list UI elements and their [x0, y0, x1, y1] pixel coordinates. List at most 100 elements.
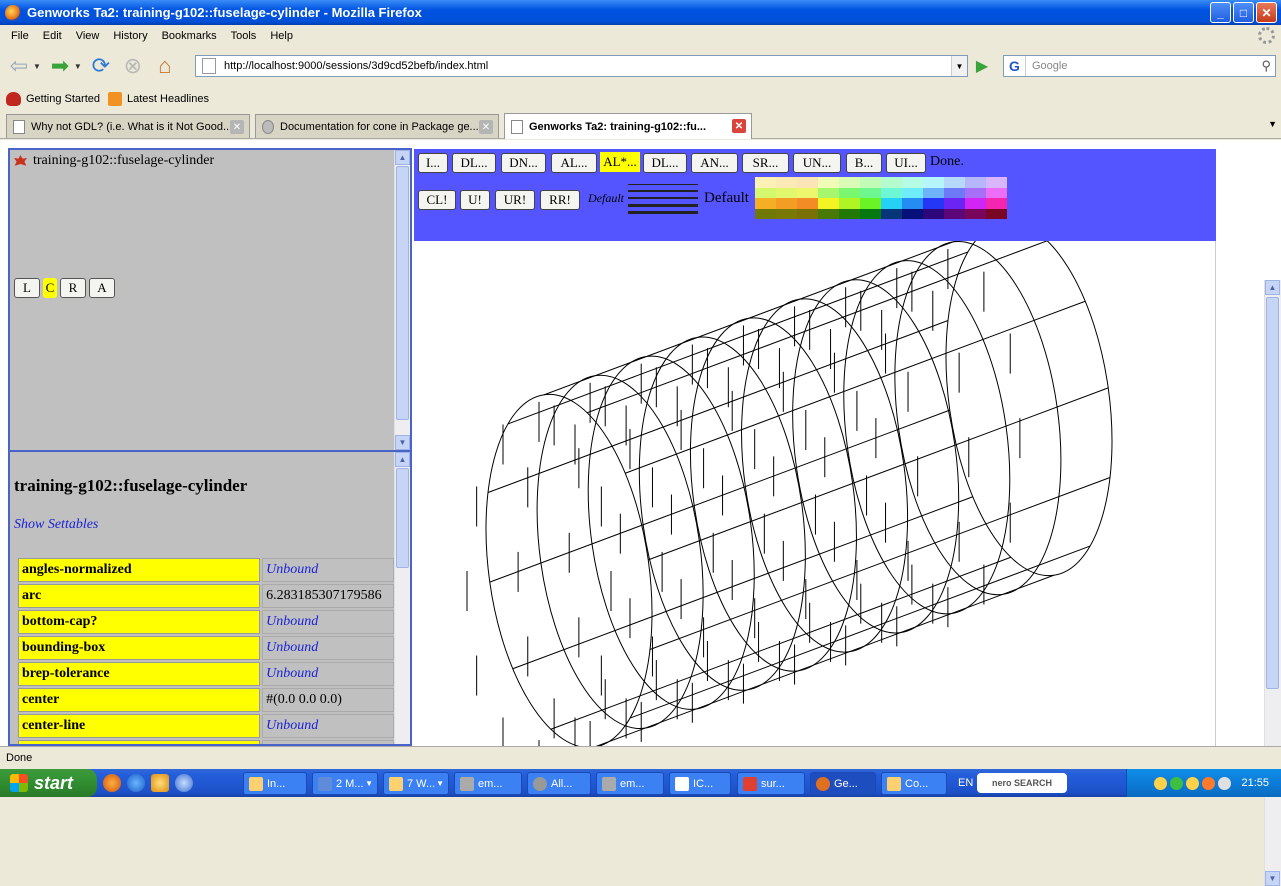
color-swatch[interactable] — [965, 187, 986, 198]
view-all-button[interactable]: A — [89, 278, 115, 298]
slot-name[interactable]: center-line — [18, 714, 261, 738]
color-swatch[interactable] — [797, 177, 818, 188]
nero-search-box[interactable]: nero SEARCH — [977, 773, 1067, 793]
viewer-button-dl[interactable]: DL... — [452, 153, 496, 173]
color-swatch[interactable] — [755, 177, 776, 188]
line-width-option[interactable] — [628, 190, 698, 192]
taskbar-item-10[interactable]: Co... — [881, 772, 947, 795]
tree-node-label[interactable]: training-g102::fuselage-cylinder — [33, 153, 214, 169]
menu-view[interactable]: View — [69, 30, 107, 42]
color-swatch[interactable] — [944, 208, 965, 219]
taskbar-item-6[interactable]: em... — [596, 772, 664, 795]
color-swatch[interactable] — [860, 187, 881, 198]
start-button[interactable]: start — [0, 769, 97, 797]
taskbar-item-1[interactable]: In... — [243, 772, 307, 795]
viewer-button-cl[interactable]: CL! — [418, 190, 456, 210]
color-swatch[interactable] — [923, 187, 944, 198]
color-swatch[interactable] — [755, 208, 776, 219]
color-swatch[interactable] — [902, 177, 923, 188]
color-swatch[interactable] — [818, 177, 839, 188]
tab-close-icon[interactable]: ✕ — [230, 120, 244, 134]
back-dropdown-icon[interactable]: ▼ — [33, 62, 41, 71]
line-width-option[interactable] — [628, 184, 698, 185]
color-swatch[interactable] — [881, 177, 902, 188]
menu-history[interactable]: History — [106, 30, 154, 42]
tray-icon[interactable] — [1170, 776, 1184, 790]
close-button[interactable]: ✕ — [1256, 2, 1277, 23]
view-center-button[interactable]: C — [43, 278, 57, 298]
viewer-button-al-star[interactable]: AL*... — [600, 152, 640, 172]
color-swatch[interactable] — [860, 208, 881, 219]
show-settables-link[interactable]: Show Settables — [14, 517, 98, 533]
firefox-quicklaunch-icon[interactable] — [103, 774, 121, 792]
viewer-button-dl2[interactable]: DL... — [643, 153, 687, 173]
search-engine-icon[interactable]: G — [1004, 56, 1026, 76]
color-swatch[interactable] — [923, 177, 944, 188]
back-icon[interactable]: ⇦ — [6, 53, 32, 79]
menu-help[interactable]: Help — [263, 30, 300, 42]
geometry-viewport[interactable] — [414, 241, 1216, 746]
tray-icon[interactable] — [1186, 776, 1200, 790]
tray-icon[interactable] — [1202, 776, 1216, 790]
ie-quicklaunch-icon[interactable] — [127, 774, 145, 792]
tray-icon[interactable] — [1154, 776, 1168, 790]
color-swatch[interactable] — [839, 187, 860, 198]
menu-bookmarks[interactable]: Bookmarks — [155, 30, 224, 42]
view-right-button[interactable]: R — [60, 278, 86, 298]
color-swatch[interactable] — [776, 208, 797, 219]
viewer-button-un[interactable]: UN... — [793, 153, 841, 173]
color-swatch[interactable] — [818, 187, 839, 198]
bookmark-latest-headlines[interactable]: Latest Headlines — [108, 91, 209, 106]
scroll-thumb[interactable] — [396, 468, 409, 568]
tree-scrollbar[interactable]: ▲ ▼ — [394, 150, 410, 450]
color-swatch[interactable] — [776, 187, 797, 198]
scroll-thumb[interactable] — [396, 166, 409, 420]
viewer-button-ur[interactable]: UR! — [495, 190, 535, 210]
slot-name[interactable]: center — [18, 688, 261, 712]
tab-close-icon[interactable]: ✕ — [479, 120, 493, 134]
color-swatch[interactable] — [797, 208, 818, 219]
viewer-button-sr[interactable]: SR... — [742, 153, 789, 173]
color-swatch[interactable] — [860, 177, 881, 188]
color-swatch[interactable] — [755, 198, 776, 209]
color-swatch[interactable] — [902, 198, 923, 209]
viewer-button-an[interactable]: AN... — [691, 153, 738, 173]
slot-value[interactable]: Unbound — [262, 662, 394, 686]
tab-documentation-cone[interactable]: Documentation for cone in Package ge... … — [255, 114, 499, 138]
scroll-down-icon[interactable]: ▼ — [395, 435, 410, 450]
color-swatch[interactable] — [839, 208, 860, 219]
tab-list-dropdown-icon[interactable]: ▼ — [1268, 119, 1277, 129]
url-bar[interactable]: http://localhost:9000/sessions/3d9cd52be… — [195, 55, 968, 77]
menu-edit[interactable]: Edit — [36, 30, 69, 42]
scroll-down-icon[interactable]: ▼ — [1265, 871, 1280, 886]
color-swatch[interactable] — [818, 208, 839, 219]
home-icon[interactable]: ⌂ — [152, 53, 178, 79]
bookmark-getting-started[interactable]: Getting Started — [6, 91, 100, 106]
view-left-button[interactable]: L — [14, 278, 40, 298]
search-icon[interactable]: ⚲ — [1261, 58, 1271, 74]
go-icon[interactable]: ▶ — [972, 56, 992, 76]
slot-value[interactable]: Unbound — [262, 636, 394, 660]
taskbar-item-5[interactable]: All... — [527, 772, 591, 795]
window-titlebar[interactable]: Genworks Ta2: training-g102::fuselage-cy… — [0, 0, 1281, 25]
color-swatch[interactable] — [986, 208, 1007, 219]
slot-name[interactable]: bottom-cap? — [18, 610, 261, 634]
color-swatch[interactable] — [986, 177, 1007, 188]
color-swatch[interactable] — [881, 187, 902, 198]
color-swatch[interactable] — [797, 198, 818, 209]
inspector-scrollbar[interactable]: ▲ — [394, 452, 410, 744]
app2-quicklaunch-icon[interactable] — [175, 774, 193, 792]
stop-icon[interactable]: ⊗ — [120, 53, 146, 79]
slot-name[interactable]: angles-normalized — [18, 558, 261, 582]
color-palette[interactable] — [755, 177, 1007, 219]
slot-name[interactable]: arc — [18, 584, 261, 608]
color-swatch[interactable] — [944, 177, 965, 188]
line-width-option[interactable] — [628, 211, 698, 214]
language-indicator[interactable]: EN — [958, 777, 973, 789]
tab-genworks-ta2[interactable]: Genworks Ta2: training-g102::fu... ✕ — [504, 113, 752, 139]
viewer-button-ui[interactable]: UI... — [886, 153, 926, 173]
color-swatch[interactable] — [965, 198, 986, 209]
color-swatch[interactable] — [881, 208, 902, 219]
color-swatch[interactable] — [839, 177, 860, 188]
url-text[interactable]: http://localhost:9000/sessions/3d9cd52be… — [224, 60, 488, 72]
